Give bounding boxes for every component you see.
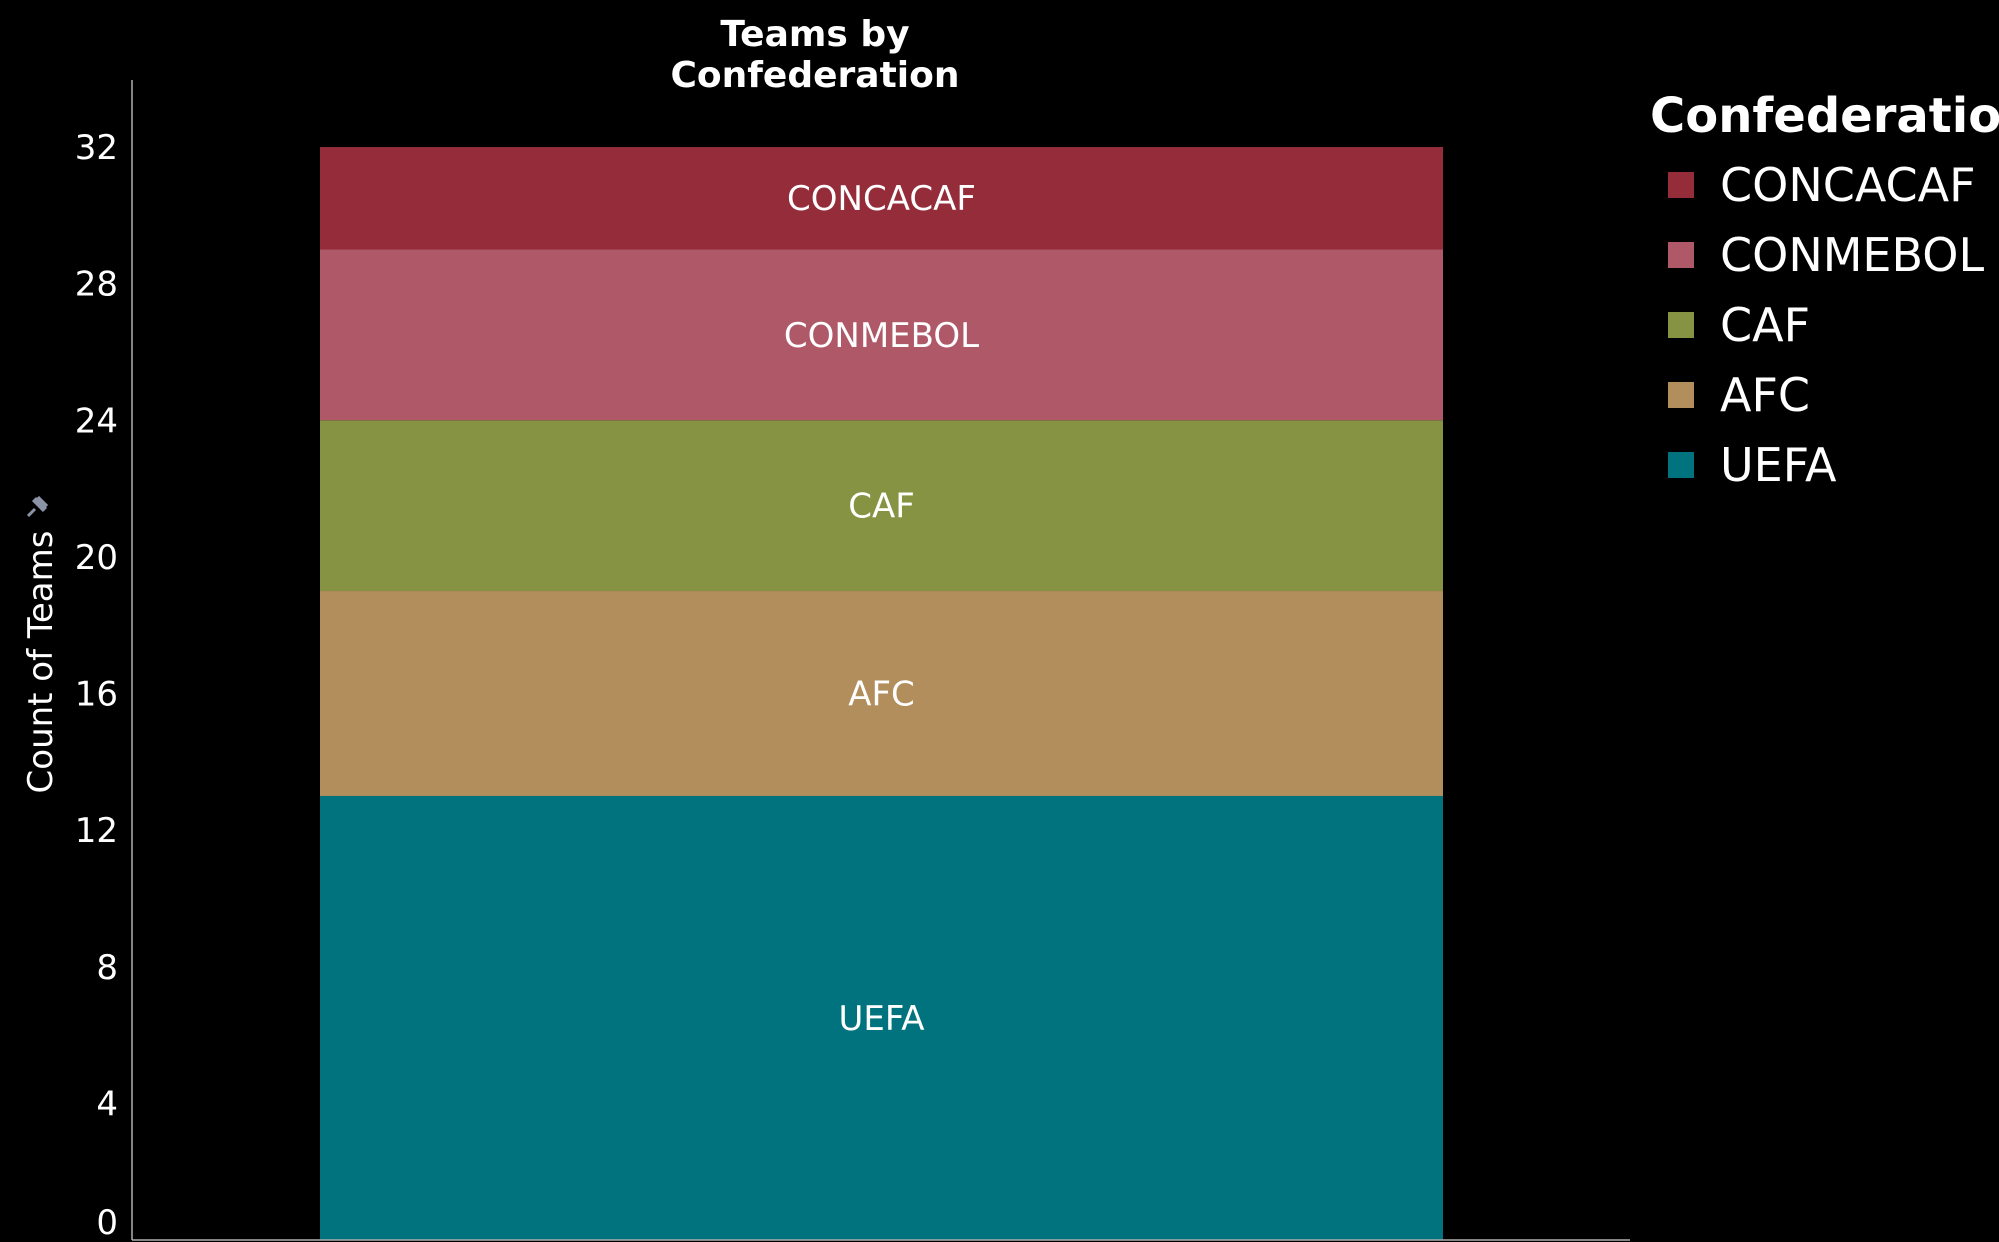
legend-title: Confederation — [1650, 88, 1999, 144]
y-tick-label: 20 — [75, 538, 118, 578]
y-axis-ticks: 0 4 8 12 16 20 24 28 32 — [75, 128, 118, 1242]
bar-segments: UEFA AFC CAF CONMEBOL CONCACAF — [320, 147, 1443, 1240]
bar-segment-label: CONMEBOL — [784, 316, 979, 356]
bar-segment-label: UEFA — [838, 999, 924, 1039]
legend-item-uefa[interactable]: UEFA — [1650, 430, 1999, 500]
legend-item-caf[interactable]: CAF — [1650, 290, 1999, 360]
legend-swatch — [1668, 382, 1694, 408]
bar-segment-label: CAF — [848, 487, 915, 527]
legend-item-concacaf[interactable]: CONCACAF — [1650, 150, 1999, 220]
legend-swatch — [1668, 452, 1694, 478]
legend-label: CAF — [1720, 298, 1811, 352]
y-tick-label: 12 — [75, 811, 118, 851]
legend-label: CONMEBOL — [1720, 228, 1985, 282]
y-tick-label: 4 — [96, 1084, 118, 1124]
pin-icon[interactable] — [22, 492, 52, 522]
legend-items: CONCACAF CONMEBOL CAF AFC UEFA — [1650, 150, 1999, 500]
y-tick-label: 0 — [96, 1203, 118, 1242]
bar-segment-label: AFC — [848, 675, 915, 715]
legend-swatch — [1668, 312, 1694, 338]
legend-item-afc[interactable]: AFC — [1650, 360, 1999, 430]
legend-item-conmebol[interactable]: CONMEBOL — [1650, 220, 1999, 290]
y-tick-label: 24 — [75, 401, 118, 441]
bar-segment-label: CONCACAF — [787, 179, 976, 219]
y-axis-label: Count of Teams — [21, 531, 61, 794]
legend-swatch — [1668, 172, 1694, 198]
y-tick-label: 28 — [75, 265, 118, 305]
y-tick-label: 32 — [75, 128, 118, 168]
legend-label: UEFA — [1720, 438, 1837, 492]
y-tick-label: 8 — [96, 948, 118, 988]
y-tick-label: 16 — [75, 675, 118, 715]
legend: Confederation CONCACAF CONMEBOL CAF AFC UEFA — [1650, 88, 1999, 500]
legend-label: AFC — [1720, 368, 1811, 422]
legend-swatch — [1668, 242, 1694, 268]
legend-label: CONCACAF — [1720, 158, 1976, 212]
